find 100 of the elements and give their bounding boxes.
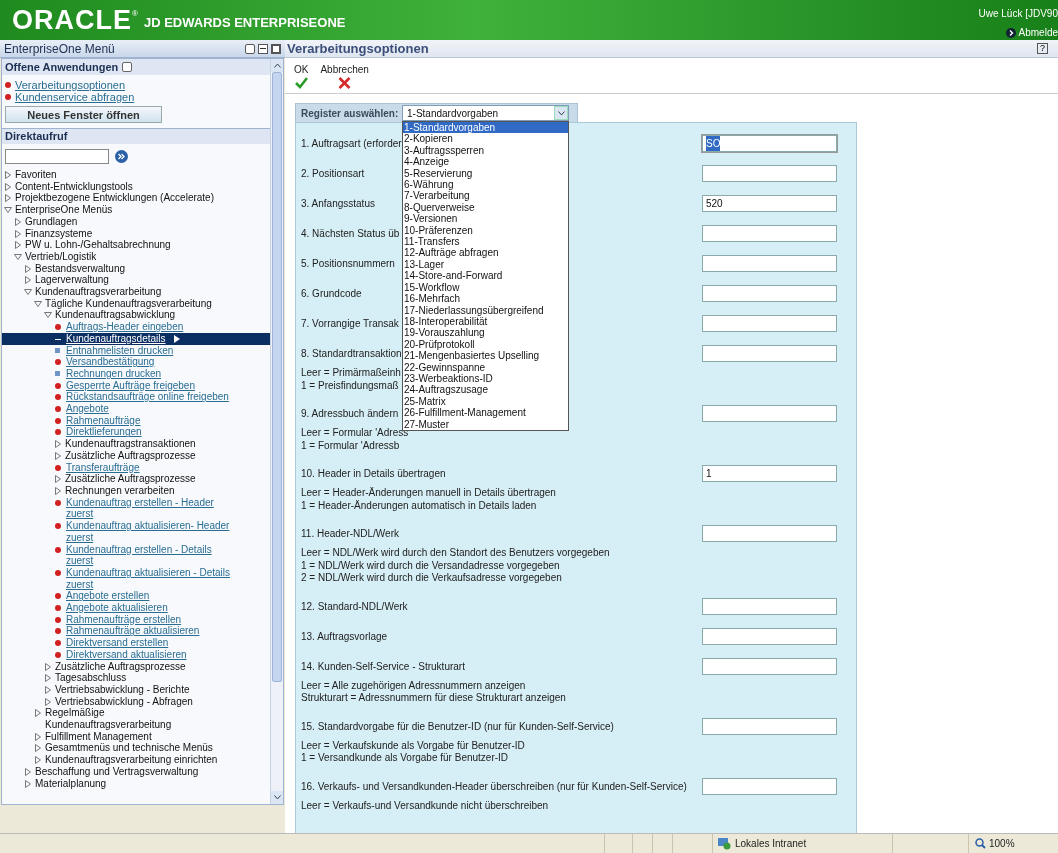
menu-link[interactable]: Angebote <box>66 403 109 415</box>
menu-folder[interactable]: Content-Entwicklungstools <box>15 180 133 193</box>
menu-folder[interactable]: Zusätzliche Auftragsprozesse <box>55 660 186 673</box>
menu-folder[interactable]: Kundenauftragsverarbeitung <box>35 286 162 298</box>
collapsed-triangle-icon[interactable] <box>4 171 12 179</box>
logout-link[interactable]: Abmelde <box>1018 25 1058 40</box>
minimize-icon[interactable] <box>258 43 268 54</box>
expanded-triangle-icon[interactable] <box>34 299 42 308</box>
dropdown-option[interactable]: 23-Werbeaktions-ID <box>403 372 568 385</box>
menu-link[interactable]: Angebote erstellen <box>66 590 150 602</box>
option-field[interactable] <box>702 525 837 542</box>
collapsed-triangle-icon[interactable] <box>4 194 12 203</box>
dropdown-option[interactable]: 17-Niederlassungsübergreifend <box>403 304 568 316</box>
menu-link[interactable]: Kundenauftrag erstellen - Details zuerst <box>66 543 236 567</box>
scroll-thumb[interactable] <box>272 72 282 682</box>
menu-item-row[interactable]: Transferaufträge <box>2 461 270 474</box>
menu-folder[interactable]: Vertriebsabwicklung - Abfragen <box>55 695 193 708</box>
menu-item-row[interactable]: Gesperrte Aufträge freigeben <box>2 379 270 392</box>
collapsed-triangle-icon[interactable] <box>4 182 12 191</box>
option-field[interactable] <box>702 405 837 422</box>
scroll-down-icon[interactable] <box>273 795 281 800</box>
menu-link[interactable]: Direktversand erstellen <box>66 637 169 649</box>
option-field[interactable] <box>702 777 837 795</box>
menu-folder[interactable]: Bestandsverwaltung <box>35 262 126 275</box>
menu-folder[interactable]: EnterpriseOne Menüs <box>15 204 113 216</box>
collapsed-triangle-icon[interactable] <box>54 487 62 495</box>
option-field[interactable]: SO <box>702 135 837 152</box>
option-field[interactable] <box>702 315 837 332</box>
dropdown-option[interactable]: 14-Store-and-Forward <box>403 270 568 282</box>
menu-folder[interactable]: Vertrieb/Logistik <box>25 250 97 263</box>
menu-folder[interactable]: PW u. Lohn-/Gehaltsabrechnung <box>25 239 171 251</box>
dropdown-option[interactable]: 27-Muster <box>403 418 568 430</box>
menu-folder[interactable]: Zusätzliche Auftragsprozesse <box>65 473 196 485</box>
menu-folder[interactable]: Projektbezogene Entwicklungen (Accelerate) <box>15 192 214 205</box>
dropdown-option[interactable]: 16-Mehrfach <box>403 293 568 305</box>
play-arrow-icon[interactable] <box>173 334 180 343</box>
menu-folder[interactable]: Tagesabschluss <box>55 672 127 684</box>
option-field[interactable] <box>702 225 837 242</box>
option-field[interactable] <box>702 345 837 362</box>
menu-item-row[interactable]: Kundenauftrag aktualisieren- Header zuerst <box>2 520 270 544</box>
menu-folder[interactable]: Vertriebsabwicklung - Berichte <box>55 683 190 696</box>
collapsed-triangle-icon[interactable] <box>54 475 62 484</box>
scrollbar[interactable] <box>270 59 283 804</box>
menu-link[interactable]: Entnahmelisten drucken <box>66 344 174 357</box>
menu-item-row[interactable]: Kundenauftrag erstellen - Details zuerst <box>2 543 270 567</box>
collapsed-triangle-icon[interactable] <box>34 756 42 765</box>
collapsed-triangle-icon[interactable] <box>44 674 52 683</box>
menu-link[interactable]: Versandbestätigung <box>66 356 155 368</box>
collapsed-triangle-icon[interactable] <box>14 241 22 250</box>
menu-link[interactable]: Rahmenaufträge aktualisieren <box>66 625 200 638</box>
menu-item-row[interactable]: Angebote aktualisieren <box>2 602 270 614</box>
menu-link[interactable]: Rahmenaufträge <box>66 414 141 427</box>
menu-item-row[interactable]: Angebote erstellen <box>2 590 270 602</box>
register-select[interactable]: 1-Standardvorgaben <box>402 105 569 121</box>
dropdown-option[interactable]: 13-Lager <box>403 258 568 271</box>
menu-folder[interactable]: Zusätzliche Auftragsprozesse <box>65 449 196 462</box>
menu-link[interactable]: Kundenauftrag aktualisieren - Details zuerst <box>66 566 236 591</box>
dropdown-option[interactable]: 4-Anzeige <box>403 156 568 168</box>
collapsed-triangle-icon[interactable] <box>24 264 32 273</box>
menu-item-row[interactable]: Rahmenaufträge <box>2 414 270 427</box>
dropdown-option[interactable]: 9-Versionen <box>403 213 568 225</box>
menu-item-row[interactable]: Direktversand erstellen <box>2 637 270 649</box>
option-field[interactable] <box>702 597 837 615</box>
cancel-button[interactable]: Abbrechen <box>320 62 369 93</box>
menu-link[interactable]: Kundenauftragsdetails <box>66 332 166 345</box>
menu-item-row[interactable]: Entnahmelisten drucken <box>2 344 270 357</box>
dropdown-option[interactable]: 12-Aufträge abfragen <box>403 247 568 259</box>
expanded-triangle-icon[interactable] <box>4 206 12 215</box>
arrow-circle-icon[interactable] <box>1005 27 1016 38</box>
menu-folder[interactable]: Regelmäßige Kundenauftragsverarbeitung <box>45 707 225 731</box>
collapsed-triangle-icon[interactable] <box>14 229 22 238</box>
menu-folder[interactable]: Favoriten <box>15 169 57 181</box>
collapsed-triangle-icon[interactable] <box>44 697 52 706</box>
fast-path-field[interactable] <box>5 149 109 164</box>
menu-link[interactable]: Rückstandsaufträge online freigeben <box>66 391 229 404</box>
option-field[interactable]: 1 <box>702 465 837 482</box>
expanded-triangle-icon[interactable] <box>14 252 22 261</box>
dropdown-option[interactable]: 1-Standardvorgaben <box>403 122 568 134</box>
option-field[interactable] <box>702 657 837 675</box>
collapsed-triangle-icon[interactable] <box>44 662 52 671</box>
maximize-icon[interactable] <box>271 43 281 54</box>
expanded-triangle-icon[interactable] <box>44 311 52 320</box>
dropdown-option[interactable]: 8-Querverweise <box>403 201 568 214</box>
collapsed-triangle-icon[interactable] <box>34 732 42 741</box>
dropdown-option[interactable]: 15-Workflow <box>403 281 568 294</box>
scroll-up-icon[interactable] <box>273 63 281 68</box>
dropdown-option[interactable]: 10-Präferenzen <box>403 224 568 237</box>
menu-item-row[interactable]: Kundenauftrag aktualisieren - Details zuerst <box>2 566 270 591</box>
menu-link[interactable]: Direktversand aktualisieren <box>66 648 187 661</box>
open-app-link[interactable]: Verarbeitungsoptionen <box>15 79 126 91</box>
menu-folder[interactable]: Beschaffung und Vertragsverwaltung <box>35 765 199 778</box>
menu-item-row[interactable]: Kundenauftragsdetails <box>2 332 270 345</box>
dropdown-option[interactable]: 6-Währung <box>403 179 568 191</box>
dropdown-option[interactable]: 21-Mengenbasiertes Upselling <box>403 350 568 362</box>
menu-link[interactable]: Direktlieferungen <box>66 426 142 439</box>
collapsed-triangle-icon[interactable] <box>54 451 62 460</box>
dropdown-option[interactable]: 3-Auftragssperren <box>403 144 568 157</box>
dropdown-option[interactable]: 25-Matrix <box>403 395 568 408</box>
collapsed-triangle-icon[interactable] <box>54 440 62 449</box>
menu-item-row[interactable]: Direktversand aktualisieren <box>2 648 270 661</box>
